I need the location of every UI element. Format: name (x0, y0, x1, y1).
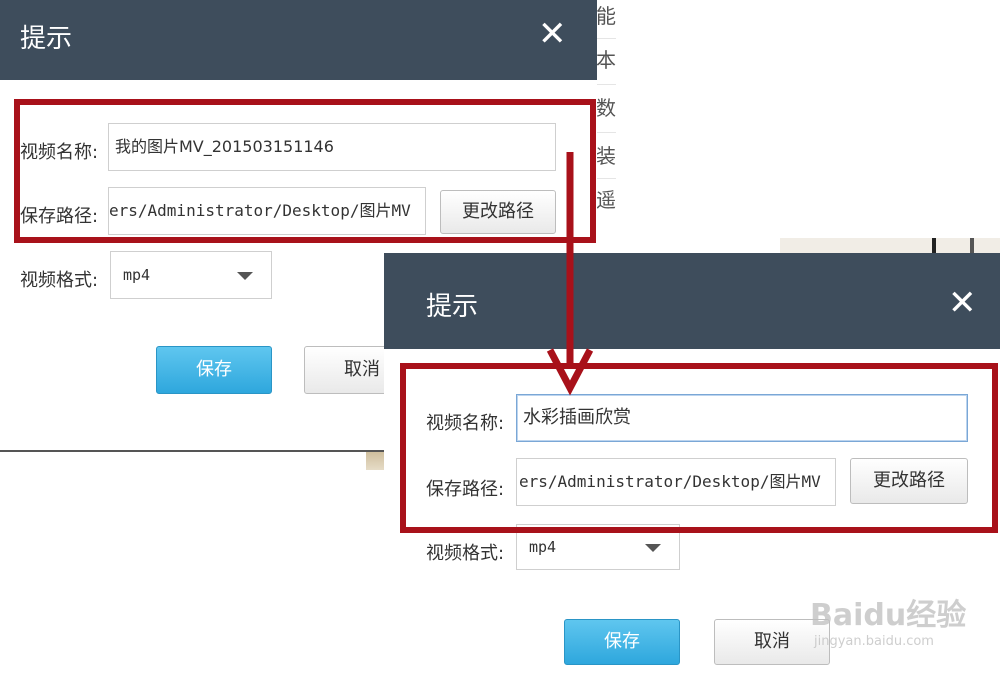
save-path-label: 保存路径: (426, 479, 505, 500)
video-format-value: mp4 (529, 538, 557, 556)
video-format-label: 视频格式: (20, 270, 99, 291)
dialog-title: 提示 (426, 292, 479, 322)
video-name-label: 视频名称: (426, 413, 505, 434)
video-name-input[interactable]: 我的图片MV_201503151146 (108, 123, 556, 171)
background-divider (596, 84, 616, 85)
chevron-down-icon (237, 272, 253, 280)
background-text: 数 (596, 96, 616, 120)
background-divider (596, 132, 616, 133)
save-path-input[interactable]: ers/Administrator/Desktop/图片MV (108, 187, 426, 235)
dialog-header: 提示 ✕ (384, 253, 1000, 349)
arrow-icon (546, 152, 594, 396)
video-name-label: 视频名称: (20, 142, 99, 163)
background-divider (596, 178, 616, 179)
save-button[interactable]: 保存 (564, 619, 680, 665)
background-text: 本 (596, 48, 616, 72)
save-button[interactable]: 保存 (156, 346, 272, 394)
change-path-button[interactable]: 更改路径 (440, 190, 556, 234)
video-format-select[interactable]: mp4 (110, 251, 272, 299)
background-text: 遥 (596, 188, 616, 212)
close-icon[interactable]: ✕ (538, 17, 567, 51)
watermark-url: jingyan.baidu.com (814, 634, 934, 649)
save-path-label: 保存路径: (20, 206, 99, 227)
background-text: 装 (596, 144, 616, 168)
dialog-header: 提示 ✕ (0, 0, 597, 80)
video-format-value: mp4 (123, 266, 151, 284)
chevron-down-icon (645, 544, 661, 552)
watermark-logo: Baidu经验 (810, 598, 967, 633)
dialog-title: 提示 (20, 24, 73, 54)
video-name-input[interactable]: 水彩插画欣赏 (516, 394, 968, 442)
background-text: 能 (596, 4, 616, 28)
video-format-label: 视频格式: (426, 543, 505, 564)
background-divider (596, 38, 616, 39)
save-path-input[interactable]: ers/Administrator/Desktop/图片MV (516, 458, 836, 506)
change-path-button[interactable]: 更改路径 (850, 458, 968, 504)
close-icon[interactable]: ✕ (948, 286, 977, 320)
video-format-select[interactable]: mp4 (516, 524, 680, 570)
baidu-watermark: Baidu经验 jingyan.baidu.com (810, 590, 966, 649)
